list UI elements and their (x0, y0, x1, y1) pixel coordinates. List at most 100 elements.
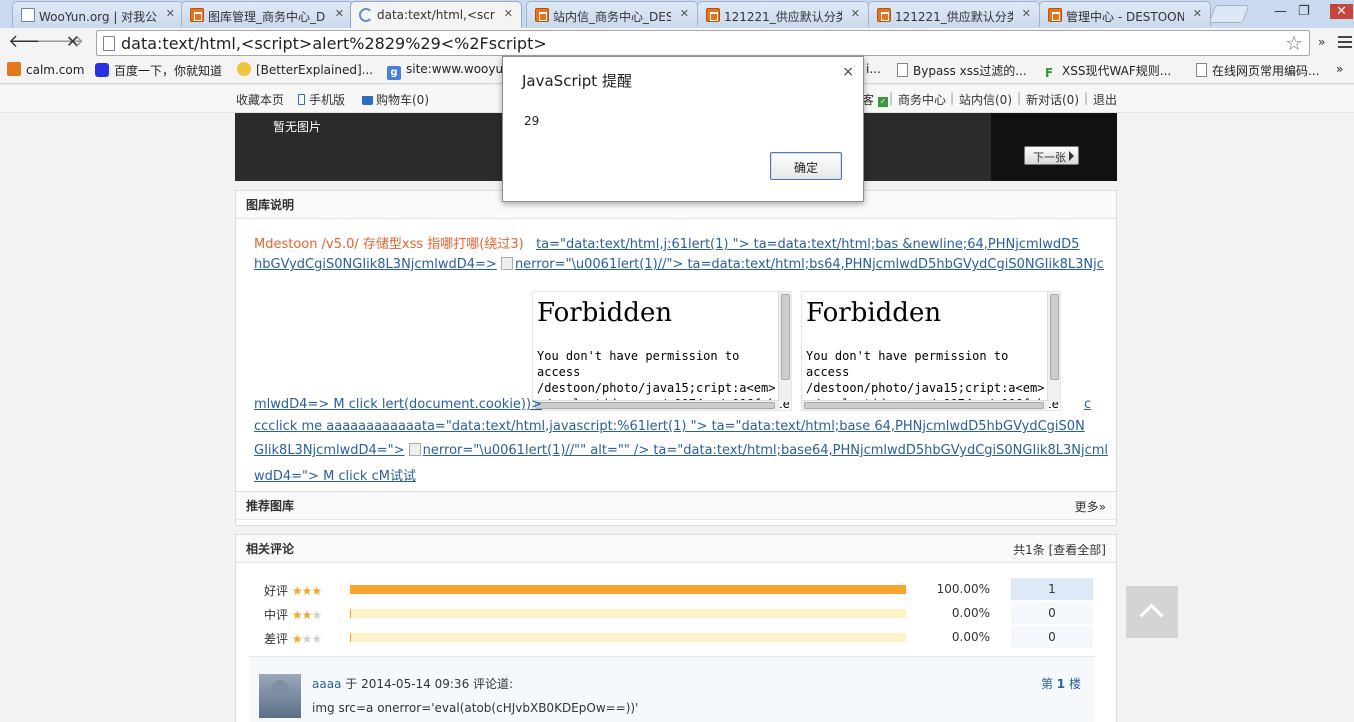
rating-label: 差评 (264, 632, 289, 646)
minimize-icon[interactable]: — (1274, 4, 1287, 19)
ok-button[interactable]: 确定 (770, 152, 842, 180)
vertical-scrollbar[interactable] (1047, 292, 1060, 402)
bookmark-label: Bypass xss过滤的... (913, 64, 1027, 78)
next-photo-button[interactable]: 下一张 (1024, 146, 1079, 165)
page-icon (1196, 63, 1207, 77)
stop-loading-icon[interactable]: ✕ (66, 32, 79, 52)
tab-gallery-admin[interactable]: 图库管理_商务中心_DE ✕ (181, 1, 353, 27)
bookmark-page-link[interactable]: 收藏本页 (236, 91, 284, 108)
tab-title: 121221_供应默认分类 (724, 10, 842, 24)
desc-link[interactable]: c (1084, 397, 1091, 412)
broken-image-icon (500, 257, 513, 270)
tab-supply-2[interactable]: 121221_供应默认分类 ✕ (868, 1, 1040, 27)
tab-supply-1[interactable]: 121221_供应默认分类 ✕ (697, 1, 869, 27)
address-text[interactable]: data:text/html,<script>alert%2829%29<%2F… (121, 34, 547, 53)
desc-link[interactable]: ccclick me aaaaaaaaaaaata="data:text/htm… (254, 419, 1085, 434)
cart-link[interactable]: 购物车(0) (362, 91, 429, 108)
comment-user[interactable]: aaaa (312, 677, 341, 691)
rating-count[interactable]: 0 (1011, 626, 1093, 648)
desc-link[interactable]: wdD4="> M click cM试试 (254, 469, 416, 484)
close-icon[interactable]: ✕ (680, 7, 689, 20)
bookmark-betterexplained[interactable]: [BetterExplained]... (237, 62, 373, 77)
desc-link[interactable]: ta="data:text/html,j:61lert(1) "> ta=dat… (536, 237, 1079, 252)
avatar[interactable] (259, 674, 301, 718)
bookmark-calm[interactable]: calm.com (7, 62, 84, 77)
desc-line-4: ccclick me aaaaaaaaaaaata="data:text/htm… (254, 419, 1085, 434)
desc-link[interactable]: nerror="\u0061lert(1)//"> ta=data:text/h… (515, 257, 1104, 272)
bookmark-bypass-xss[interactable]: Bypass xss过滤的... (897, 62, 1027, 79)
page-icon (21, 8, 35, 22)
calm-icon (7, 62, 21, 76)
bookmarks-overflow[interactable]: » (1336, 62, 1343, 76)
more-link[interactable]: 更多» (1075, 498, 1106, 515)
panel-title: 相关评论 (246, 542, 295, 556)
new-tab-button[interactable] (1208, 5, 1250, 23)
tab-wooyun[interactable]: WooYun.org | 对我公 ✕ (12, 1, 184, 27)
loading-spinner-icon (359, 8, 373, 22)
description-panel: 图库说明 Mdestoon /v5.0/ 存储型xss 指哪打哪(绕过3) ta… (235, 190, 1117, 492)
menu-icon[interactable] (1338, 36, 1352, 48)
star-icon: ★ (311, 608, 322, 622)
close-icon[interactable]: ✕ (1193, 7, 1202, 20)
close-icon[interactable]: ✕ (504, 7, 513, 20)
destoon-icon (706, 8, 720, 22)
horizontal-scrollbar[interactable] (533, 400, 780, 410)
star-icon: ★ (291, 632, 303, 646)
restore-icon[interactable]: ❐ (1298, 4, 1310, 19)
cart-label: 购物车(0) (376, 93, 429, 107)
desc-link[interactable]: nerror="\u0061lert(1)//"" alt="" /> ta="… (423, 443, 1108, 458)
tab-messages[interactable]: 站内信_商务中心_DES ✕ (526, 1, 698, 27)
rating-percent: 0.00% (951, 630, 990, 644)
address-bar[interactable]: data:text/html,<script>alert%2829%29<%2F… (96, 30, 1310, 56)
tab-data-url[interactable]: data:text/html,<scrip ✕ (350, 1, 522, 28)
close-icon[interactable]: ✕ (166, 7, 175, 20)
bookmark-site-search[interactable]: g site:www.wooyun (387, 62, 511, 80)
cart-icon (362, 96, 373, 105)
panel-title: 推荐图库 (246, 499, 295, 513)
comment-date: 于 2014-05-14 09:36 评论道: (345, 677, 514, 691)
logout-link[interactable]: 退出 (1093, 91, 1117, 108)
bookmark-hidden[interactable]: i... (866, 62, 881, 76)
rating-bar-neutral (350, 609, 906, 618)
bookmark-baidu[interactable]: 百度一下，你就知道 (95, 62, 222, 79)
rating-label-neutral: 中评 ★★★ (264, 606, 322, 623)
star-icon: ★★★ (291, 584, 322, 598)
bookmark-star-icon[interactable]: ☆ (1285, 31, 1303, 55)
destoon-icon (535, 8, 549, 22)
close-icon[interactable]: ✕ (1022, 7, 1031, 20)
desc-line-3-tail: c (1084, 397, 1091, 412)
scroll-thumb[interactable] (781, 294, 790, 380)
scroll-thumb[interactable] (804, 402, 1044, 409)
vertical-scrollbar[interactable] (778, 292, 791, 402)
user-partial[interactable]: 客 ✓ (862, 91, 888, 108)
scroll-thumb[interactable] (535, 402, 775, 409)
back-to-top-button[interactable] (1126, 586, 1178, 638)
desc-link[interactable]: GIik8L3NjcmlwdD4="> (254, 443, 405, 458)
rating-count[interactable]: 1 (1011, 578, 1093, 600)
close-icon[interactable]: × (842, 64, 854, 80)
rating-count[interactable]: 0 (1011, 602, 1093, 624)
business-center-link[interactable]: 商务中心 (898, 91, 946, 108)
embedded-frame-1[interactable]: Forbidden You don't have permission to a… (532, 291, 792, 411)
extensions-overflow[interactable]: » (1318, 35, 1325, 49)
embedded-frame-2[interactable]: Forbidden You don't have permission to a… (801, 291, 1061, 411)
bookmark-label: [BetterExplained]... (256, 63, 374, 77)
messages-link[interactable]: 站内信(0) (959, 91, 1012, 108)
horizontal-scrollbar[interactable] (802, 400, 1049, 410)
tab-admin-center[interactable]: 管理中心 - DESTOON ✕ (1039, 1, 1211, 27)
mobile-label: 手机版 (309, 93, 346, 107)
close-icon[interactable]: ✕ (335, 7, 344, 20)
bookmark-encoding[interactable]: 在线网页常用编码... (1196, 62, 1319, 79)
bookmark-xss-waf[interactable]: F XSS现代WAF规则... (1045, 62, 1171, 80)
scroll-thumb[interactable] (1050, 294, 1059, 380)
desc-link[interactable]: hbGVydCgiS0NGIik8L3NjcmlwdD4=> (254, 257, 497, 272)
rating-label-good: 好评 ★★★ (264, 582, 322, 599)
mobile-link[interactable]: 手机版 (298, 91, 345, 108)
tab-title: 管理中心 - DESTOON (1066, 10, 1184, 24)
floor-number: 1 (1056, 677, 1066, 691)
view-all-link[interactable]: 共1条 [查看全部] (1013, 541, 1106, 558)
desc-link[interactable]: mlwdD4=> M click lert(document.cookie))> (254, 397, 542, 412)
close-icon[interactable]: ✕ (851, 7, 860, 20)
window-close-icon[interactable]: ✕ (1330, 4, 1353, 19)
chats-link[interactable]: 新对话(0) (1026, 91, 1079, 108)
